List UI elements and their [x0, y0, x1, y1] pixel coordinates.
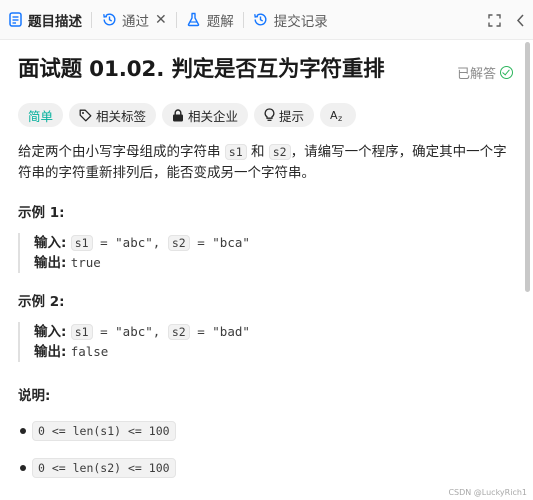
- list-item: 0 <= len(s2) <= 100: [18, 458, 513, 478]
- tab-bar: 题目描述 通过 ✕ 题解 提交记录: [0, 0, 533, 40]
- tab-label: 通过: [122, 13, 149, 30]
- history-icon: [101, 12, 117, 28]
- inline-code: s2: [268, 144, 291, 160]
- example-output: 输出: true: [34, 253, 513, 273]
- input-label: 输入:: [34, 324, 67, 340]
- tab-divider: [175, 11, 177, 28]
- solved-status: 已解答: [457, 63, 513, 82]
- notes-heading: 说明:: [18, 388, 51, 404]
- hint-button[interactable]: 提示: [254, 103, 315, 127]
- translate-icon: Az: [330, 108, 346, 122]
- example-heading: 示例 2:: [18, 294, 65, 310]
- tab-label: 提交记录: [273, 13, 328, 30]
- output-value: true: [70, 255, 101, 270]
- example-input: 输入: s1 = "abc", s2 = "bca": [34, 233, 513, 253]
- output-label: 输出:: [34, 344, 67, 360]
- example-block: 输入: s1 = "abc", s2 = "bad" 输出: false: [18, 322, 513, 362]
- tab-submissions[interactable]: 提交记录: [246, 0, 335, 40]
- tag-icon: [79, 109, 92, 122]
- inline-code: s1: [70, 324, 93, 340]
- inline-code: s1: [70, 235, 93, 251]
- tab-solutions[interactable]: 题解: [179, 0, 241, 40]
- input-value: = "bca": [189, 235, 250, 250]
- history-icon: [253, 12, 269, 28]
- close-icon[interactable]: ✕: [155, 12, 167, 28]
- inline-code: s2: [167, 324, 190, 340]
- tab-divider: [242, 11, 244, 28]
- inline-code: 0 <= len(s1) <= 100: [32, 421, 176, 441]
- related-companies-button[interactable]: 相关企业: [162, 103, 249, 127]
- example-heading: 示例 1:: [18, 205, 65, 221]
- input-value: = "abc",: [92, 324, 168, 339]
- problem-title: 面试题 01.02. 判定是否互为字符重排: [18, 57, 385, 82]
- example-output: 输出: false: [34, 342, 513, 362]
- tab-passed[interactable]: 通过 ✕: [94, 0, 174, 40]
- translate-button[interactable]: Az: [320, 103, 357, 127]
- problem-panel: 面试题 01.02. 判定是否互为字符重排 已解答 简单 相关标签 相关企业 提…: [18, 52, 513, 478]
- panel-controls: [481, 0, 533, 40]
- inline-code: s1: [224, 144, 247, 160]
- title-row: 面试题 01.02. 判定是否互为字符重排 已解答: [18, 52, 513, 92]
- example-block: 输入: s1 = "abc", s2 = "bca" 输出: true: [18, 233, 513, 273]
- svg-text:z: z: [338, 114, 342, 122]
- input-value: = "abc",: [92, 235, 168, 250]
- check-circle-icon: [500, 66, 513, 79]
- input-value: = "bad": [189, 324, 250, 339]
- inline-code: 0 <= len(s2) <= 100: [32, 458, 176, 478]
- description-text: 和: [246, 144, 269, 160]
- watermark: CSDN @LuckyRich1: [448, 488, 527, 497]
- scrollbar[interactable]: [525, 42, 530, 292]
- output-label: 输出:: [34, 255, 67, 271]
- related-tags-button[interactable]: 相关标签: [69, 103, 157, 127]
- difficulty-badge: 简单: [18, 103, 64, 127]
- lightbulb-icon: [264, 108, 275, 122]
- hint-label: 提示: [279, 108, 305, 124]
- related-companies-label: 相关企业: [188, 108, 239, 124]
- related-tags-label: 相关标签: [96, 108, 147, 124]
- inline-code: s2: [167, 235, 190, 251]
- description-icon: [7, 12, 23, 28]
- flask-icon: [186, 12, 202, 28]
- maximize-icon[interactable]: [481, 13, 507, 27]
- tab-divider: [91, 11, 92, 28]
- bullet: [20, 428, 26, 434]
- problem-description: 给定两个由小写字母组成的字符串 s1 和 s2 ，请编写一个程序，确定其中一个字符…: [18, 142, 513, 184]
- tab-label: 题解: [206, 13, 234, 30]
- input-label: 输入:: [34, 235, 67, 251]
- lock-icon: [172, 108, 184, 122]
- tab-label: 题目描述: [28, 13, 82, 30]
- output-value: false: [70, 344, 109, 359]
- tab-description[interactable]: 题目描述: [0, 0, 89, 40]
- list-item: 0 <= len(s1) <= 100: [18, 421, 513, 441]
- difficulty-label: 简单: [28, 108, 54, 124]
- description-text: 给定两个由小写字母组成的字符串: [18, 144, 225, 160]
- chevron-left-icon[interactable]: [507, 13, 533, 27]
- bullet: [20, 465, 26, 471]
- example-input: 输入: s1 = "abc", s2 = "bad": [34, 322, 513, 342]
- svg-text:A: A: [330, 109, 338, 122]
- solved-label: 已解答: [456, 67, 496, 82]
- tag-row: 简单 相关标签 相关企业 提示 Az: [18, 103, 513, 127]
